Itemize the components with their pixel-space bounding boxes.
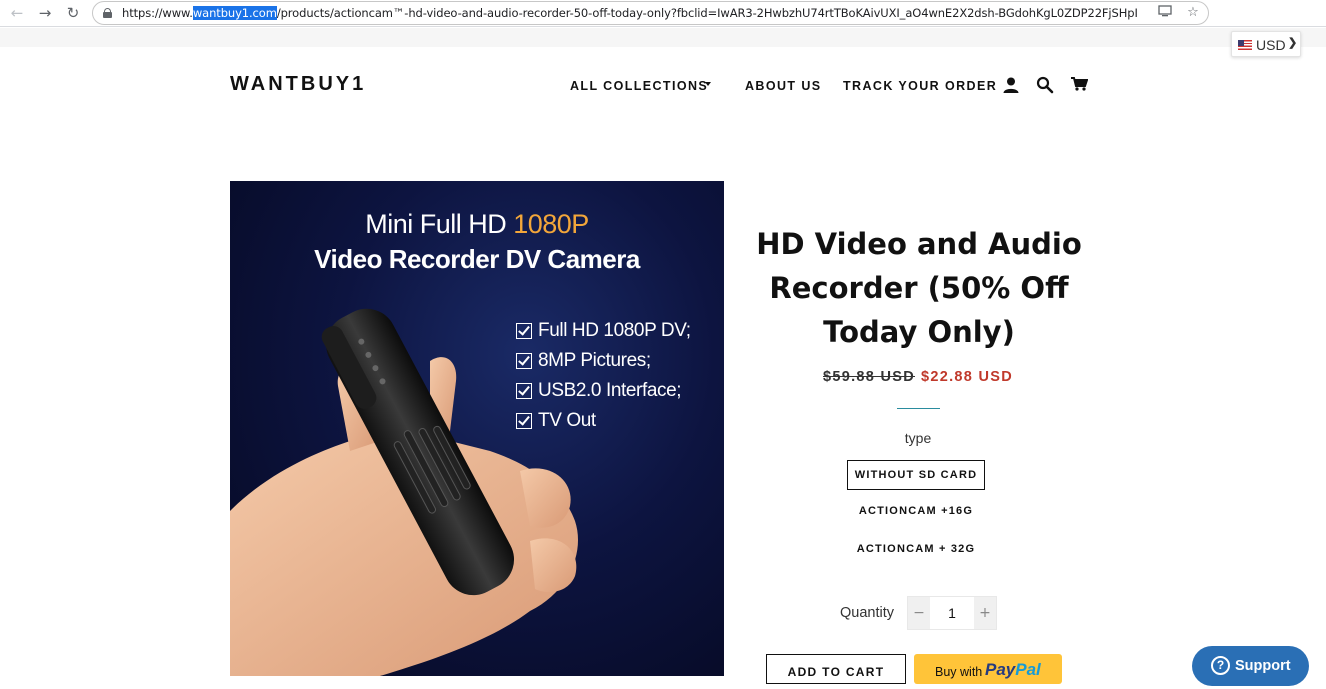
paypal-button[interactable]: Buy with PayPal [914,654,1062,684]
reload-icon[interactable]: ↻ [62,3,84,23]
support-chat-button[interactable]: ? Support [1192,646,1309,686]
image-headline-text: Mini Full HD [365,209,514,239]
product-title: HD Video and Audio Recorder (50% Off Tod… [756,227,1082,349]
url-prefix: https://www. [122,6,193,20]
support-label: Support [1235,658,1291,674]
image-feature-list: Full HD 1080P DV; 8MP Pictures; USB2.0 I… [516,316,691,436]
store-logo[interactable]: WANTBUY1 [230,73,366,96]
quantity-label: Quantity [840,605,894,621]
quantity-stepper: − 1 + [907,596,997,630]
quantity-input[interactable]: 1 [930,597,974,629]
search-icon[interactable] [1036,76,1056,94]
cart-icon[interactable] [1070,76,1090,94]
star-icon[interactable]: ☆ [1185,5,1201,21]
variant-actioncam-32g[interactable]: ACTIONCAM + 32G [847,535,985,565]
address-bar[interactable]: https://www.wantbuy1.com/products/action… [92,1,1209,25]
image-headline-accent: 1080P [513,209,589,239]
divider [897,408,940,409]
arrow-right-icon[interactable]: → [34,3,56,23]
feature-text: Full HD 1080P DV; [538,320,691,341]
announcement-band [0,28,1326,47]
checkbox-icon [516,353,532,369]
feature-text: 8MP Pictures; [538,350,651,371]
feature-text: USB2.0 Interface; [538,380,682,401]
variant-without-sd-card[interactable]: WITHOUT SD CARD [847,460,985,490]
currency-label: USD [1256,37,1286,53]
feature-item: Full HD 1080P DV; [516,316,691,346]
compare-at-price: $59.88 USD [823,369,915,385]
help-icon: ? [1211,656,1230,675]
add-to-cart-button[interactable]: ADD TO CART [766,654,906,684]
cast-icon[interactable] [1157,5,1173,21]
paypal-logo-pal: Pal [1015,660,1041,679]
image-headline-1: Mini Full HD 1080P [230,209,724,240]
paypal-logo: PayPal [985,660,1041,680]
currency-selector[interactable]: USD ❯ [1231,31,1301,57]
feature-item: TV Out [516,406,691,436]
paypal-logo-pay: Pay [985,660,1016,679]
checkbox-icon [516,323,532,339]
nav-all-collections[interactable]: ALL COLLECTIONS [570,79,708,93]
feature-item: USB2.0 Interface; [516,376,691,406]
checkbox-icon [516,383,532,399]
nav-track-order[interactable]: TRACK YOUR ORDER [843,79,997,93]
quantity-decrement-button[interactable]: − [908,597,930,629]
browser-toolbar: ← → ↻ https://www.wantbuy1.com/products/… [0,0,1326,27]
url-domain: wantbuy1.com [192,6,277,20]
url-text[interactable]: https://www.wantbuy1.com/products/action… [122,6,1138,20]
url-path: /products/actioncam™-hd-video-and-audio-… [276,6,1138,20]
nav-about-us[interactable]: ABOUT US [745,79,821,93]
image-headline-2: Video Recorder DV Camera [314,244,640,274]
feature-item: 8MP Pictures; [516,346,691,376]
feature-text: TV Out [538,410,596,431]
lock-icon[interactable] [103,8,112,18]
price-block: $59.88 USD $22.88 USD [768,369,1068,385]
us-flag-icon [1238,40,1252,50]
user-icon[interactable] [1002,76,1022,94]
arrow-left-icon[interactable]: ← [6,3,28,23]
caret-down-icon[interactable] [705,82,711,86]
product-image[interactable]: Mini Full HD 1080P Video Recorder DV Cam… [230,181,724,676]
variant-actioncam-16g[interactable]: ACTIONCAM +16G [847,497,985,527]
quantity-increment-button[interactable]: + [974,597,996,629]
sale-price: $22.88 USD [921,369,1013,385]
checkbox-icon [516,413,532,429]
option-label: type [904,430,932,446]
chevron-down-icon: ❯ [1288,37,1298,49]
